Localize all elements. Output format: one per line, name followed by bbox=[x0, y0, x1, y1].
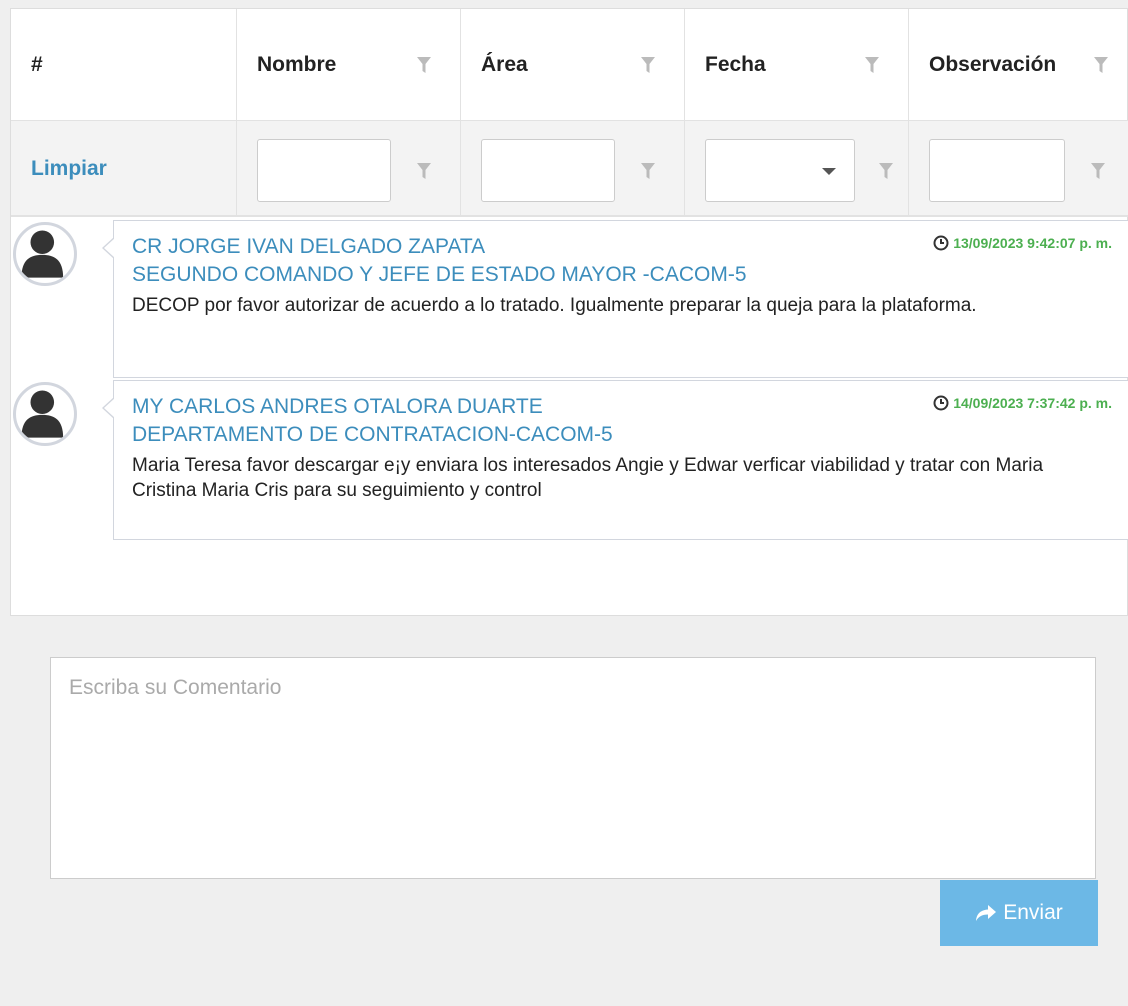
send-button-label: Enviar bbox=[1003, 901, 1063, 924]
column-label: Nombre bbox=[257, 53, 337, 76]
column-label: Observación bbox=[929, 53, 1057, 76]
grid-header: # Nombre Área Fecha Observación bbox=[11, 9, 1128, 121]
filter-icon[interactable] bbox=[879, 163, 893, 179]
user-avatar-icon bbox=[13, 222, 77, 286]
clear-filters-link[interactable]: Limpiar bbox=[31, 157, 107, 181]
column-header-number[interactable]: # bbox=[11, 9, 237, 121]
filter-icon[interactable] bbox=[641, 57, 655, 73]
comment-textarea[interactable] bbox=[50, 657, 1096, 879]
user-avatar-icon bbox=[13, 382, 77, 446]
area-filter-input[interactable] bbox=[481, 139, 615, 202]
filter-cell-fecha bbox=[685, 121, 909, 217]
comment-item: MY CARLOS ANDRES OTALORA DUARTE DEPARTAM… bbox=[11, 380, 1128, 540]
column-label: # bbox=[31, 53, 43, 76]
filter-cell-nombre bbox=[237, 121, 461, 217]
filter-icon[interactable] bbox=[641, 163, 655, 179]
comment-department[interactable]: DEPARTAMENTO DE CONTRATACION-CACOM-5 bbox=[132, 421, 1112, 449]
fecha-filter-select[interactable] bbox=[705, 139, 855, 202]
filter-icon[interactable] bbox=[1094, 57, 1108, 73]
column-label: Fecha bbox=[705, 53, 766, 76]
filter-icon[interactable] bbox=[417, 163, 431, 179]
column-header-observacion[interactable]: Observación bbox=[909, 9, 1128, 121]
clock-icon bbox=[933, 395, 949, 411]
observacion-filter-input[interactable] bbox=[929, 139, 1065, 202]
share-arrow-icon bbox=[976, 905, 997, 921]
filter-icon[interactable] bbox=[865, 57, 879, 73]
filter-icon[interactable] bbox=[417, 57, 431, 73]
comment-timestamp: 14/09/2023 7:37:42 p. m. bbox=[933, 395, 1112, 411]
timestamp-text: 13/09/2023 9:42:07 p. m. bbox=[953, 235, 1112, 251]
filter-cell-observacion bbox=[909, 121, 1128, 217]
chevron-down-icon bbox=[822, 168, 836, 175]
nombre-filter-input[interactable] bbox=[257, 139, 391, 202]
comments-panel: # Nombre Área Fecha Observación Limpiar bbox=[10, 8, 1128, 616]
comment-department[interactable]: SEGUNDO COMANDO Y JEFE DE ESTADO MAYOR -… bbox=[132, 261, 1112, 289]
comment-text: DECOP por favor autorizar de acuerdo a l… bbox=[132, 295, 977, 316]
clock-icon bbox=[933, 235, 949, 251]
filter-cell-number: Limpiar bbox=[11, 121, 237, 217]
send-button[interactable]: Enviar bbox=[940, 880, 1098, 946]
comment-timestamp: 13/09/2023 9:42:07 p. m. bbox=[933, 235, 1112, 251]
column-header-nombre[interactable]: Nombre bbox=[237, 9, 461, 121]
column-header-area[interactable]: Área bbox=[461, 9, 685, 121]
column-label: Área bbox=[481, 53, 528, 76]
comment-text: Maria Teresa favor descargar e¡y enviara… bbox=[132, 455, 1044, 501]
timestamp-text: 14/09/2023 7:37:42 p. m. bbox=[953, 395, 1112, 411]
filter-cell-area bbox=[461, 121, 685, 217]
filter-row: Limpiar bbox=[11, 121, 1128, 217]
filter-icon[interactable] bbox=[1091, 163, 1105, 179]
comment-bubble: CR JORGE IVAN DELGADO ZAPATA SEGUNDO COM… bbox=[102, 220, 1128, 378]
column-header-fecha[interactable]: Fecha bbox=[685, 9, 909, 121]
comment-item: CR JORGE IVAN DELGADO ZAPATA SEGUNDO COM… bbox=[11, 220, 1128, 380]
comment-bubble: MY CARLOS ANDRES OTALORA DUARTE DEPARTAM… bbox=[102, 380, 1128, 540]
